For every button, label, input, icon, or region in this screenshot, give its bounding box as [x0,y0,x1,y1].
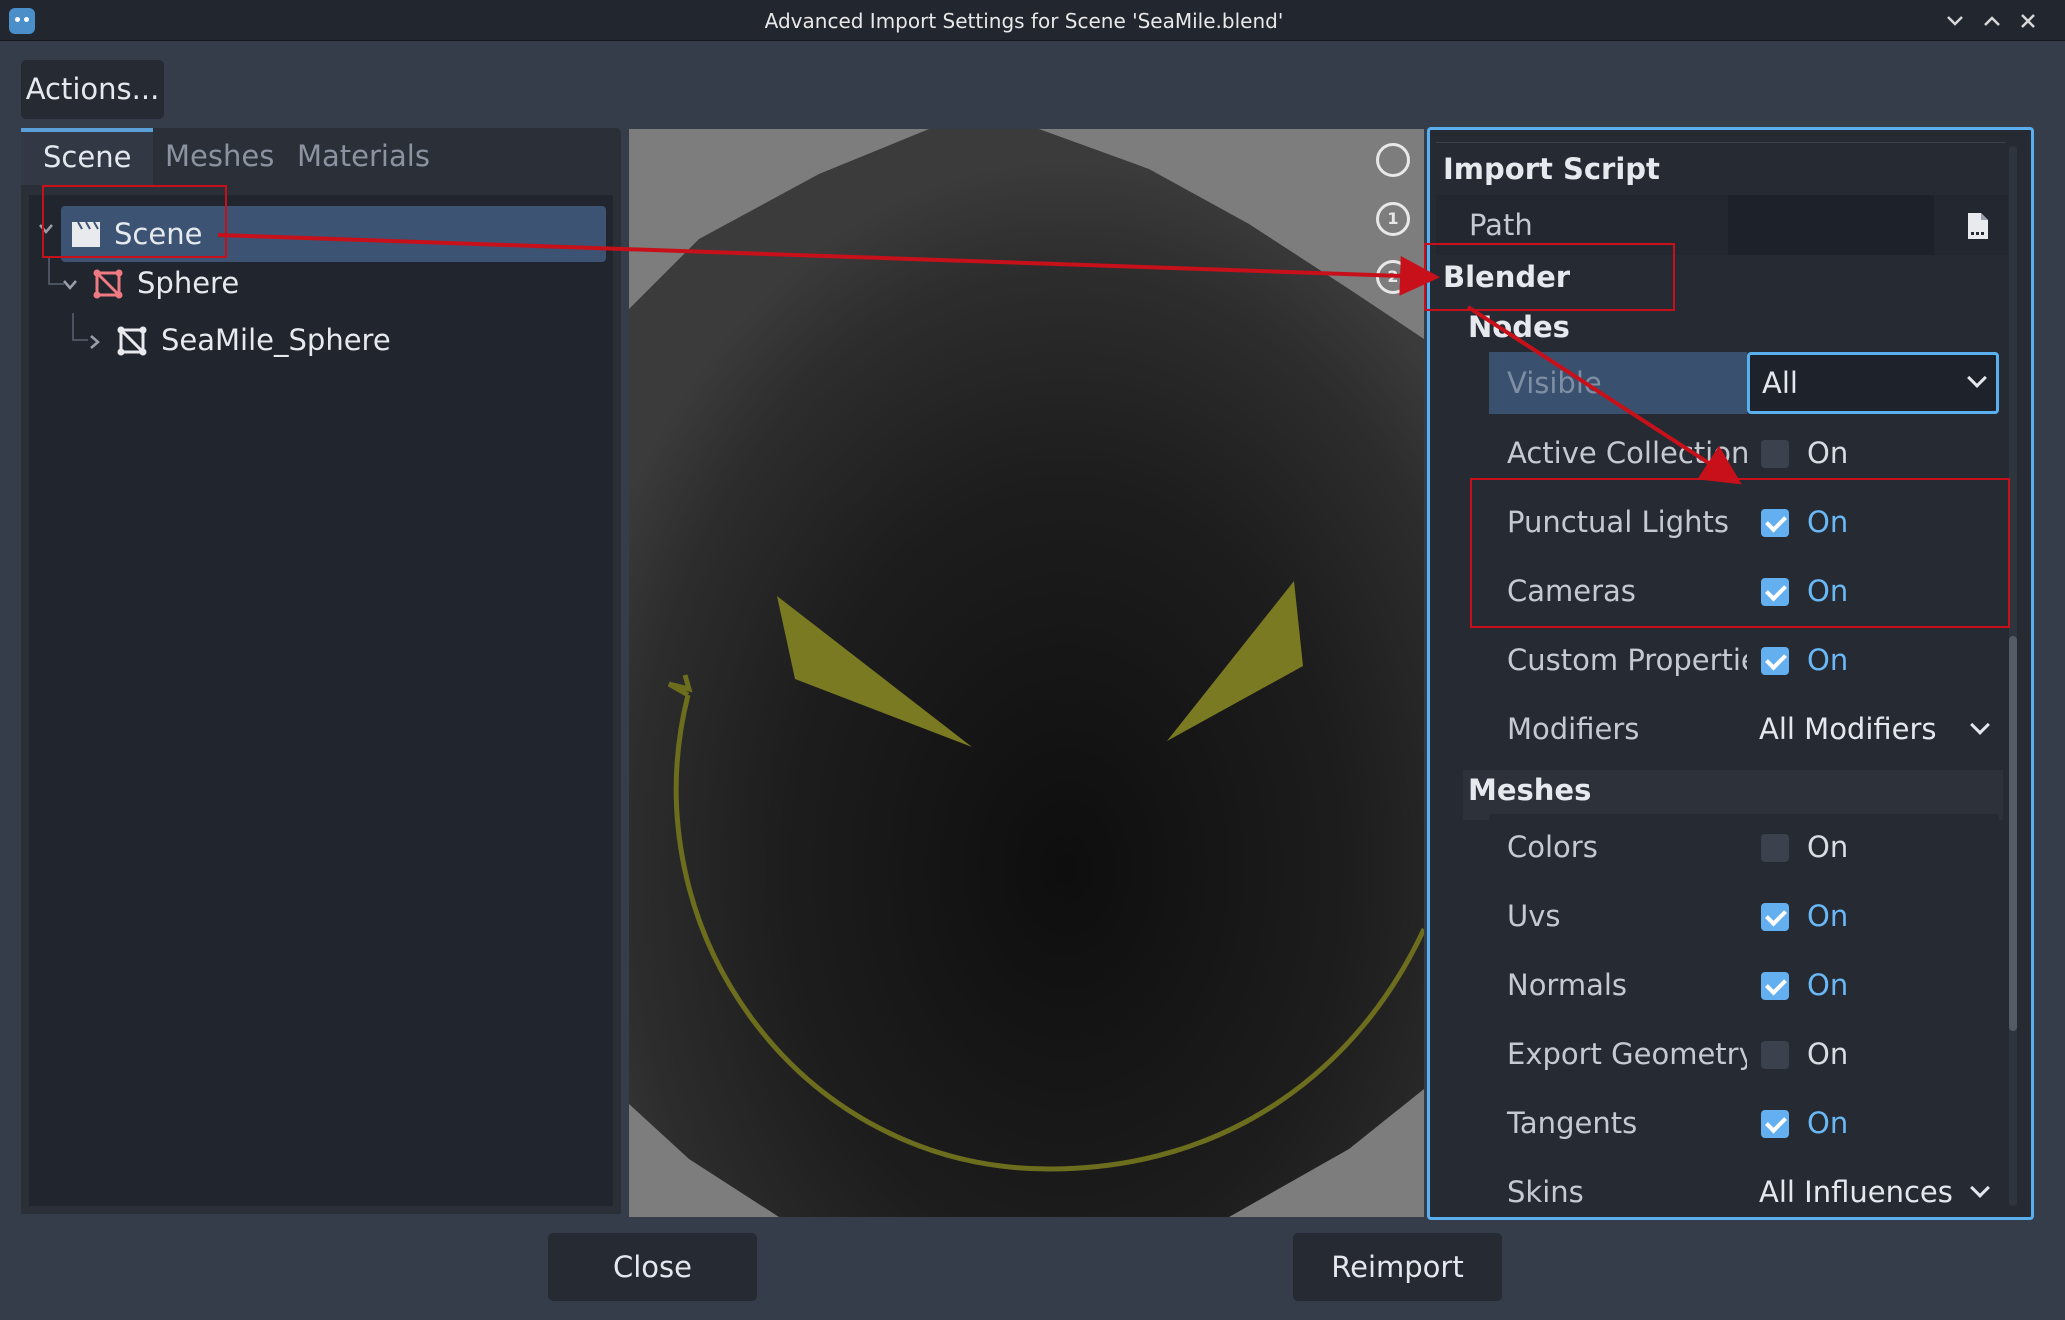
inspector-scrollbar[interactable] [2009,146,2017,1206]
normals-checkbox[interactable]: On [1747,952,1999,1018]
close-window-button[interactable] [2013,6,2043,36]
checkbox-text: On [1807,436,1849,470]
scene-tree: Scene Sphere SeaMile_Sphere [29,195,613,1206]
skins-label: Skins [1489,1159,1747,1217]
tangents-checkbox[interactable]: On [1747,1090,1999,1156]
title-bar: Advanced Import Settings for Scene 'SeaM… [0,0,2065,41]
skins-row: Skins All Influences [1489,1159,1999,1217]
custom-properties-checkbox[interactable]: On [1747,627,1999,693]
checkbox-text: On [1807,1106,1849,1140]
uvs-checkbox[interactable]: On [1747,883,1999,949]
chevron-down-icon [1967,368,1987,388]
chevron-down-icon [1970,715,1990,735]
reimport-button[interactable]: Reimport [1293,1233,1502,1301]
scrollbar-thumb[interactable] [2009,636,2017,1031]
mesh-instance-icon [93,269,123,299]
window-title: Advanced Import Settings for Scene 'SeaM… [764,9,1284,33]
tangents-row: Tangents On [1489,1090,1999,1156]
export-geometry-label: Export Geometry [1489,1021,1747,1087]
visible-label: Visible [1489,352,1747,414]
chevron-down-icon [1970,1178,1990,1198]
uvs-row: Uvs On [1489,883,1999,949]
custom-properties-label: Custom Propertie [1489,627,1747,693]
colors-checkbox[interactable]: On [1747,814,1999,880]
close-icon [2021,14,2035,28]
tab-scene[interactable]: Scene [21,128,154,185]
export-geometry-row: Export Geometry On [1489,1021,1999,1087]
visible-value: All [1762,366,1798,400]
checkbox-checked-icon[interactable] [1761,903,1789,931]
skins-value: All Influences [1759,1175,1953,1209]
checkbox-text: On [1807,830,1849,864]
tangents-label: Tangents [1489,1090,1747,1156]
annotation-box [1424,243,1675,311]
section-import-script[interactable]: Import Script [1443,152,1660,186]
mesh-instance-icon [117,326,147,356]
modifiers-row: Modifiers All Modifiers [1489,696,1999,762]
chevron-up-icon [1984,16,2000,26]
close-button[interactable]: Close [548,1233,757,1301]
path-field[interactable] [1728,195,1934,255]
checkbox-checked-icon[interactable] [1761,647,1789,675]
maximize-button[interactable] [1977,6,2007,36]
custom-properties-row: Custom Propertie On [1489,627,1999,693]
checkbox-text: On [1807,899,1849,933]
actions-menu-button[interactable]: Actions... [21,60,164,119]
active-collection-checkbox[interactable]: On [1747,420,1999,486]
checkbox-text: On [1807,643,1849,677]
sphere-preview [629,129,1424,1217]
skins-dropdown[interactable]: All Influences [1747,1159,1999,1217]
tab-meshes[interactable]: Meshes [143,128,296,185]
tree-item-seamile-sphere[interactable]: SeaMile_Sphere [117,312,537,368]
light-one-toggle-icon[interactable]: 1 [1376,202,1410,236]
visible-row: Visible All [1489,352,1999,414]
checkbox-unchecked-icon[interactable] [1761,1041,1789,1069]
orbit-view-icon[interactable] [1376,143,1410,177]
normals-label: Normals [1489,952,1747,1018]
normals-row: Normals On [1489,952,1999,1018]
uvs-label: Uvs [1489,883,1747,949]
annotation-box [1470,478,2010,628]
checkbox-unchecked-icon[interactable] [1761,834,1789,862]
light-two-toggle-icon[interactable]: 2 [1376,260,1410,294]
modifiers-dropdown[interactable]: All Modifiers [1747,696,1999,762]
divider [1436,142,2006,143]
colors-label: Colors [1489,814,1747,880]
active-collection-row: Active Collection On [1489,420,1999,486]
checkbox-unchecked-icon[interactable] [1761,440,1789,468]
visible-dropdown[interactable]: All [1747,352,1999,414]
chevron-down-icon [1947,16,1963,26]
checkbox-text: On [1807,1037,1849,1071]
checkbox-checked-icon[interactable] [1761,972,1789,1000]
tree-item-label: Sphere [137,266,240,300]
3d-preview-viewport[interactable]: 1 2 [629,129,1424,1217]
active-collection-label: Active Collection [1489,420,1747,486]
modifiers-value: All Modifiers [1759,712,1937,746]
colors-row: Colors On [1489,814,1999,880]
scene-tree-panel: Scene Sphere SeaMile_Sphere [21,185,621,1214]
tab-materials[interactable]: Materials [275,128,452,185]
export-geometry-checkbox[interactable]: On [1747,1021,1999,1087]
tree-connector [72,313,88,341]
tab-bar: Scene Meshes Materials [21,128,621,185]
collapse-arrow-icon[interactable] [62,274,78,298]
modifiers-label: Modifiers [1489,696,1747,762]
section-nodes[interactable]: Nodes [1468,310,1570,344]
file-icon[interactable] [1966,211,1990,241]
tree-item-sphere[interactable]: Sphere [93,255,493,311]
minimize-button[interactable] [1940,6,1970,36]
checkbox-checked-icon[interactable] [1761,1110,1789,1138]
checkbox-text: On [1807,968,1849,1002]
tree-item-label: SeaMile_Sphere [161,323,391,357]
section-meshes[interactable]: Meshes [1468,773,1591,807]
annotation-box [42,185,227,258]
expand-arrow-icon[interactable] [87,331,103,355]
